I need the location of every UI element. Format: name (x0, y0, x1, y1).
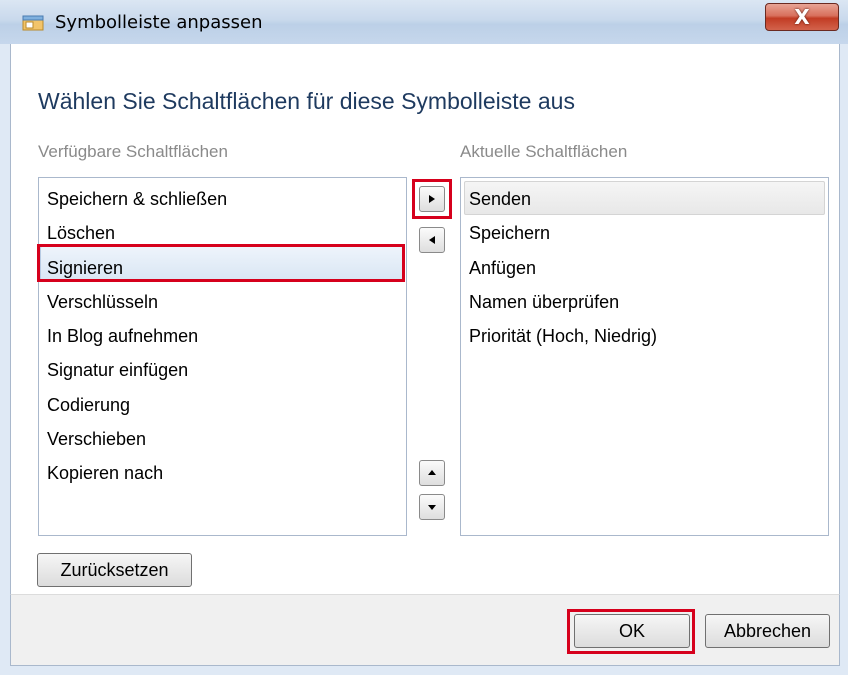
window-app-icon (22, 15, 44, 31)
available-buttons-list[interactable]: Speichern & schließen Löschen Signieren … (38, 177, 407, 536)
add-button-highlight-annotation (412, 179, 452, 219)
current-buttons-label: Aktuelle Schaltflächen (460, 142, 628, 161)
available-item[interactable]: Codierung (47, 394, 130, 416)
available-item[interactable]: Signatur einfügen (47, 359, 188, 381)
arrow-down-icon (428, 505, 436, 510)
title-bar: Symbolleiste anpassen X (0, 0, 848, 44)
current-item[interactable]: Priorität (Hoch, Niedrig) (469, 325, 657, 347)
available-item[interactable]: Verschieben (47, 428, 146, 450)
arrow-up-icon (428, 470, 436, 475)
available-item[interactable]: Speichern & schließen (47, 188, 227, 210)
dialog-heading: Wählen Sie Schaltflächen für diese Symbo… (38, 88, 575, 114)
close-button[interactable]: X (765, 3, 839, 31)
available-item[interactable]: Löschen (47, 222, 115, 244)
window-title: Symbolleiste anpassen (55, 12, 263, 33)
available-item[interactable]: Kopieren nach (47, 462, 163, 484)
reset-button[interactable]: Zurücksetzen (37, 553, 192, 587)
move-down-button[interactable] (419, 494, 445, 520)
available-buttons-label: Verfügbare Schaltflächen (38, 142, 228, 161)
current-item-selected[interactable]: Senden (469, 188, 531, 210)
current-item[interactable]: Speichern (469, 222, 550, 244)
arrow-left-icon (429, 236, 435, 244)
current-item[interactable]: Anfügen (469, 257, 536, 279)
cancel-button[interactable]: Abbrechen (705, 614, 830, 648)
ok-button-highlight-annotation (567, 609, 695, 654)
selection-highlight-annotation (37, 244, 405, 282)
current-item[interactable]: Namen überprüfen (469, 291, 619, 313)
available-item[interactable]: In Blog aufnehmen (47, 325, 198, 347)
move-up-button[interactable] (419, 460, 445, 486)
remove-button[interactable] (419, 227, 445, 253)
available-item[interactable]: Verschlüsseln (47, 291, 158, 313)
close-icon: X (794, 5, 810, 29)
current-buttons-list[interactable]: Senden Speichern Anfügen Namen überprüfe… (460, 177, 829, 536)
